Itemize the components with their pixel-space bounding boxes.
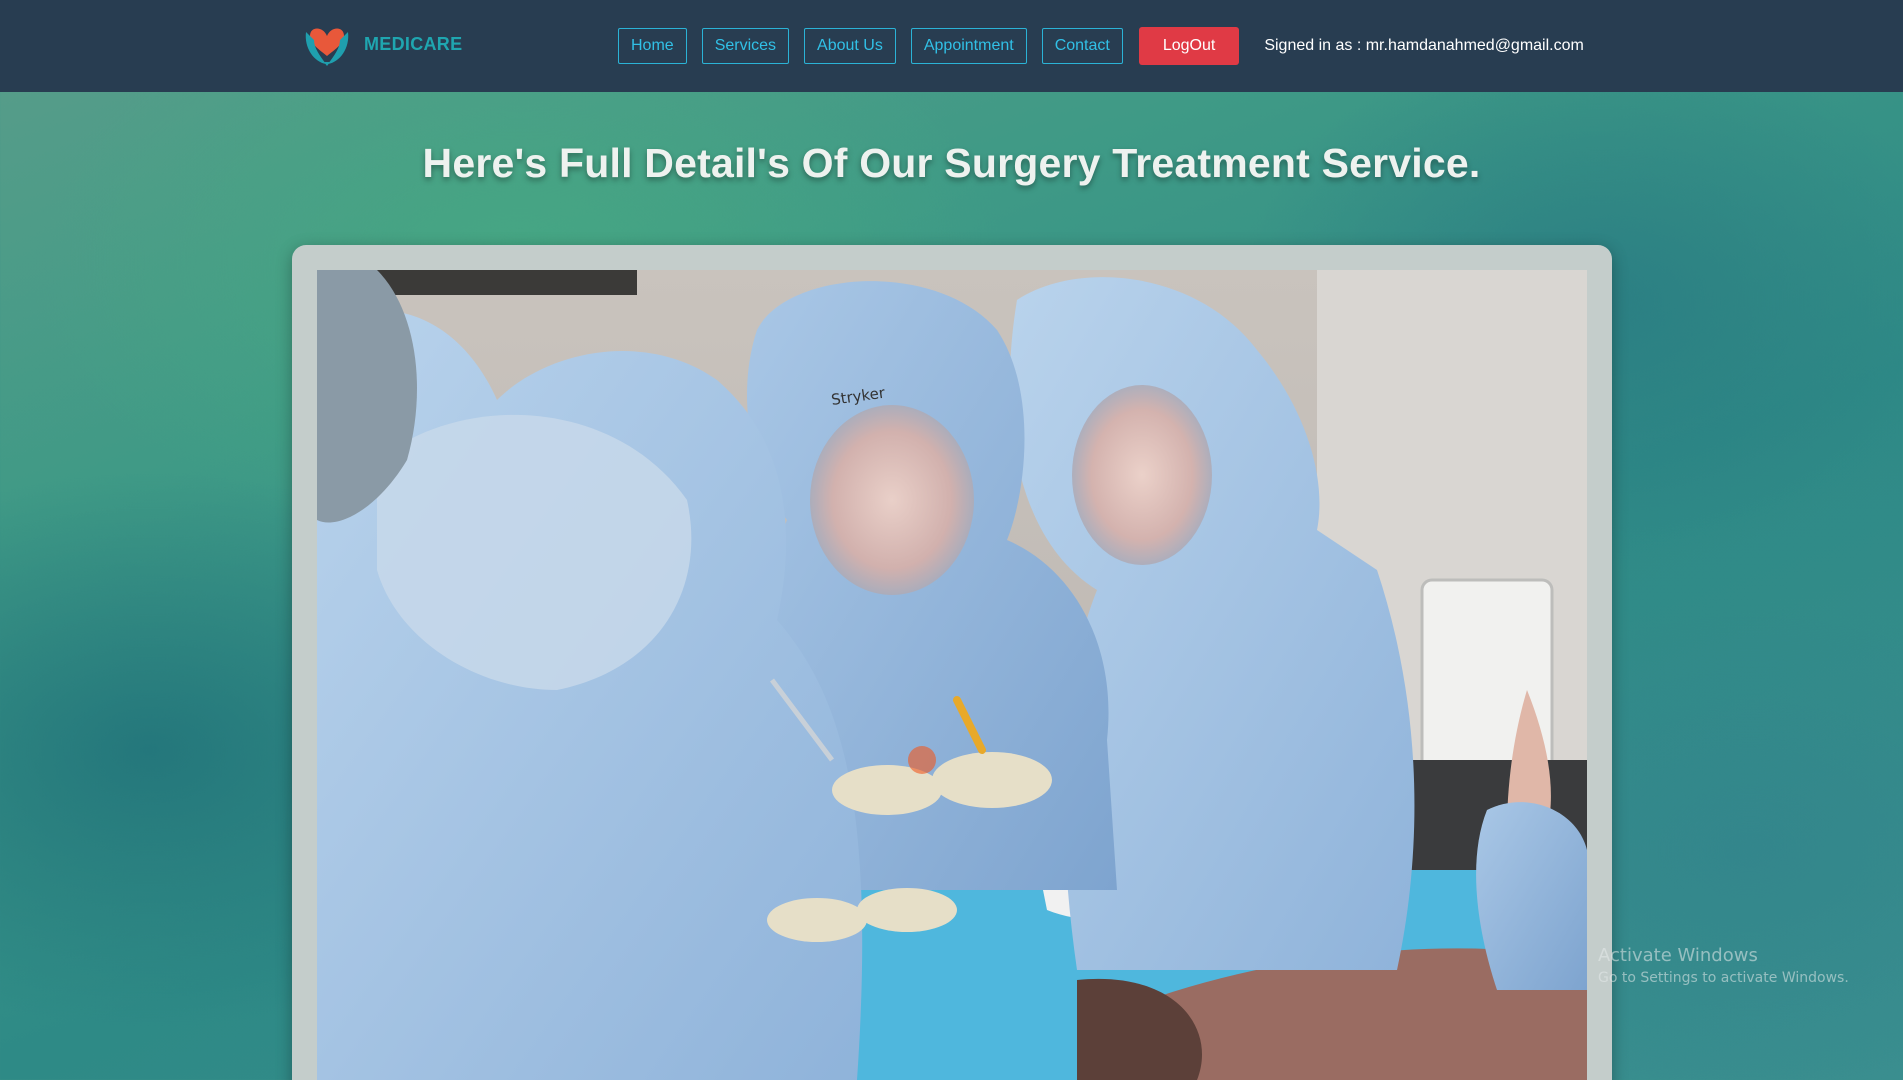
watermark-title: Activate Windows (1598, 945, 1758, 966)
activate-windows-watermark: Activate Windows Go to Settings to activ… (1598, 945, 1849, 986)
brand[interactable]: MEDICARE (302, 22, 462, 66)
watermark-subtitle: Go to Settings to activate Windows. (1598, 970, 1849, 986)
surgery-photo-illustration: Stryker (317, 270, 1587, 1080)
logout-button[interactable]: LogOut (1138, 27, 1240, 65)
nav-about-link[interactable]: About Us (804, 28, 896, 64)
nav-contact-link[interactable]: Contact (1041, 28, 1123, 64)
heart-hands-icon (305, 28, 349, 66)
nav-appointment-link[interactable]: Appointment (910, 28, 1027, 64)
nav-services-link[interactable]: Services (701, 28, 790, 64)
top-navbar: MEDICARE Home Services About Us Appointm… (0, 0, 1903, 92)
nav-home-link[interactable]: Home (618, 28, 687, 64)
photo-card: Stryker (292, 245, 1612, 1080)
main-nav: Home Services About Us Appointment Conta… (618, 27, 1584, 65)
brand-name: MEDICARE (364, 33, 463, 54)
signed-in-status: Signed in as : mr.hamdanahmed@gmail.com (1264, 37, 1584, 54)
page-title: Here's Full Detail's Of Our Surgery Trea… (422, 140, 1481, 186)
surgery-photo: Stryker (317, 270, 1587, 1080)
